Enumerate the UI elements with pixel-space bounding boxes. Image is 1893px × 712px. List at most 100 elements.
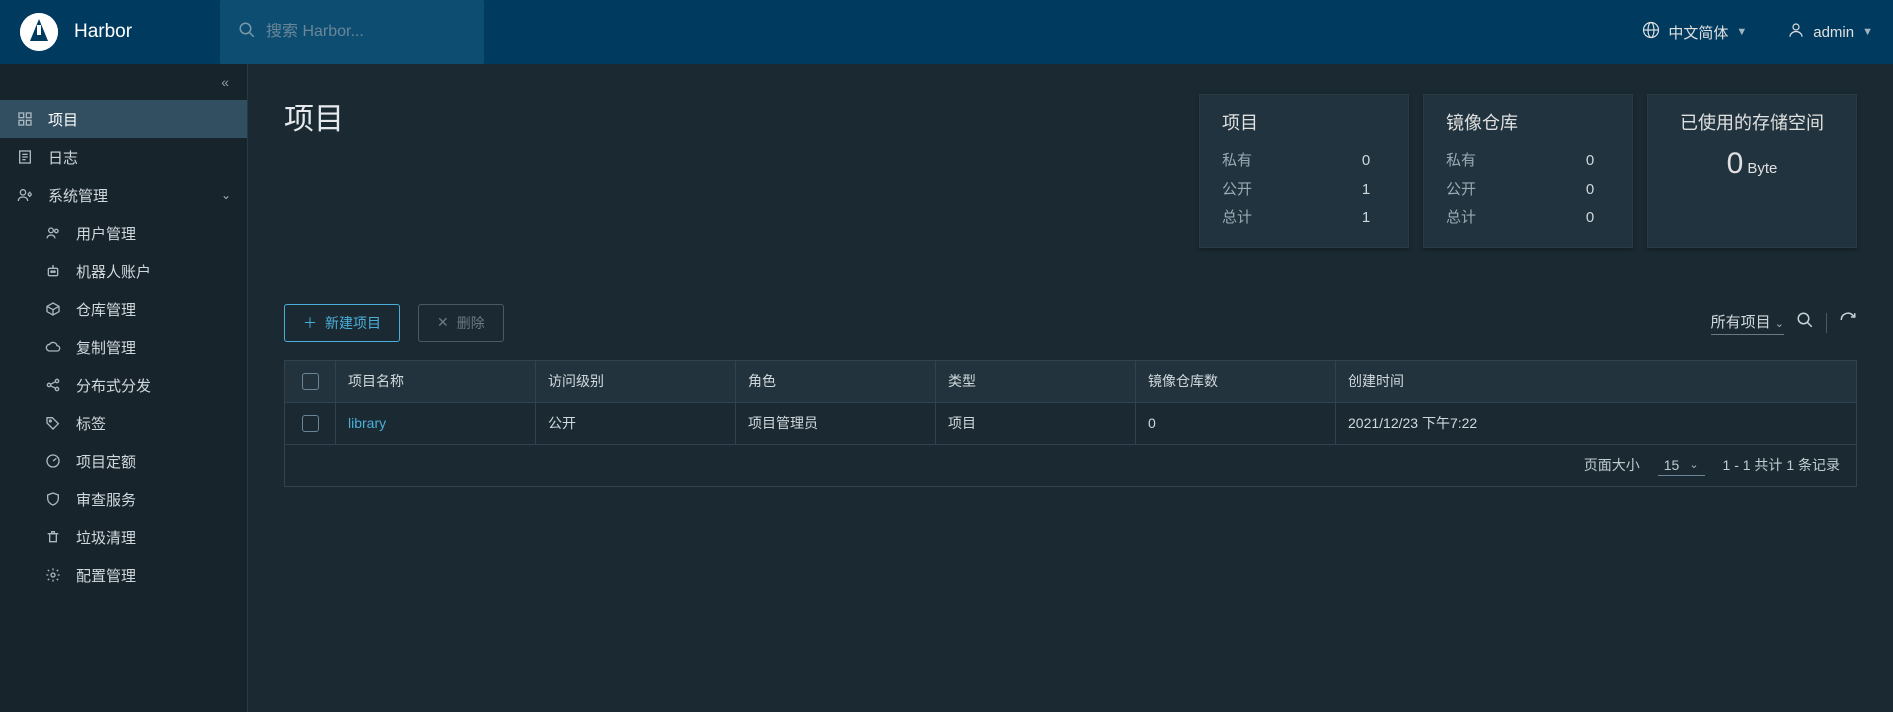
sidebar-item-robot[interactable]: 机器人账户 <box>0 252 247 290</box>
cell-type: 项目 <box>935 403 1135 444</box>
project-name-link[interactable]: library <box>335 403 535 444</box>
table-row: library 公开 项目管理员 项目 0 2021/12/23 下午7:22 <box>285 403 1856 445</box>
search-input[interactable] <box>266 23 466 41</box>
sidebar-item-label: 复制管理 <box>76 337 136 358</box>
stats-panel: 项目 私有0 公开1 总计1 镜像仓库 私有0 公开0 总计0 已使用的存储空间… <box>1199 94 1857 248</box>
robot-icon <box>44 262 62 280</box>
sidebar-item-interrogation[interactable]: 审查服务 <box>0 480 247 518</box>
sidebar: « 项目 日志 系统管理 ⌄ 用户管理 机器人账户 <box>0 64 248 712</box>
page-size-label: 页面大小 <box>1584 455 1640 475</box>
globe-icon <box>1642 21 1660 43</box>
user-name: admin <box>1813 24 1854 41</box>
cell-role: 项目管理员 <box>735 403 935 444</box>
user-icon <box>1787 21 1805 43</box>
sidebar-item-administration[interactable]: 系统管理 ⌄ <box>0 176 247 214</box>
gear-icon <box>44 566 62 584</box>
stat-title: 已使用的存储空间 <box>1670 109 1834 135</box>
row-checkbox[interactable] <box>302 415 319 432</box>
cell-repo-count: 0 <box>1135 403 1335 444</box>
harbor-logo-icon <box>20 13 58 51</box>
action-bar: ＋ 新建项目 ✕ 删除 所有项目 ⌄ <box>284 304 1857 342</box>
select-all-checkbox[interactable] <box>302 373 319 390</box>
filter-dropdown[interactable]: 所有项目 ⌄ <box>1711 311 1784 335</box>
trash-icon <box>44 528 62 546</box>
logo-section: Harbor <box>20 13 220 51</box>
sidebar-item-label: 系统管理 <box>48 185 108 206</box>
table-header: 项目名称 访问级别 角色 类型 镜像仓库数 创建时间 <box>285 361 1856 403</box>
col-type[interactable]: 类型 <box>935 361 1135 402</box>
page-title: 项目 <box>284 94 344 138</box>
close-icon: ✕ <box>437 314 449 331</box>
stat-card-repos: 镜像仓库 私有0 公开0 总计0 <box>1423 94 1633 248</box>
sidebar-item-label: 配置管理 <box>76 565 136 586</box>
storage-unit: Byte <box>1747 160 1777 177</box>
language-switcher[interactable]: 中文简体 ▼ <box>1642 21 1747 43</box>
sidebar-item-label: 机器人账户 <box>76 261 151 282</box>
sidebar-item-user-mgmt[interactable]: 用户管理 <box>0 214 247 252</box>
new-project-button[interactable]: ＋ 新建项目 <box>284 304 400 342</box>
cloud-icon <box>44 338 62 356</box>
chevron-down-icon: ⌄ <box>1689 458 1698 471</box>
sidebar-item-label: 用户管理 <box>76 223 136 244</box>
sidebar-item-labels[interactable]: 标签 <box>0 404 247 442</box>
projects-icon <box>16 110 34 128</box>
user-menu[interactable]: admin ▼ <box>1787 21 1873 43</box>
shield-icon <box>44 490 62 508</box>
chevron-down-icon: ⌄ <box>221 188 231 202</box>
admin-icon <box>16 186 34 204</box>
cell-access: 公开 <box>535 403 735 444</box>
button-label: 删除 <box>457 313 485 333</box>
chevron-down-icon: ⌄ <box>1775 318 1784 330</box>
sidebar-item-logs[interactable]: 日志 <box>0 138 247 176</box>
sidebar-item-registries[interactable]: 仓库管理 <box>0 290 247 328</box>
main-content: 项目 项目 私有0 公开1 总计1 镜像仓库 私有0 公开0 总计0 已使用的存… <box>248 64 1893 712</box>
sidebar-item-label: 分布式分发 <box>76 375 151 396</box>
search-section[interactable] <box>220 0 484 64</box>
stat-card-storage: 已使用的存储空间 0Byte <box>1647 94 1857 248</box>
col-name[interactable]: 项目名称 <box>335 361 535 402</box>
col-repo-count[interactable]: 镜像仓库数 <box>1135 361 1335 402</box>
sidebar-item-distribution[interactable]: 分布式分发 <box>0 366 247 404</box>
double-chevron-left-icon: « <box>221 74 229 90</box>
button-label: 新建项目 <box>325 313 381 333</box>
stat-title: 项目 <box>1222 109 1386 135</box>
gauge-icon <box>44 452 62 470</box>
sidebar-item-label: 日志 <box>48 147 78 168</box>
stat-card-projects: 项目 私有0 公开1 总计1 <box>1199 94 1409 248</box>
top-bar: Harbor 中文简体 ▼ admin ▼ <box>0 0 1893 64</box>
cell-created: 2021/12/23 下午7:22 <box>1335 403 1856 444</box>
app-name: Harbor <box>74 21 132 43</box>
storage-value: 0 <box>1727 147 1744 180</box>
col-created[interactable]: 创建时间 <box>1335 361 1856 402</box>
chevron-down-icon: ▼ <box>1862 26 1873 38</box>
divider <box>1826 313 1827 333</box>
cube-icon <box>44 300 62 318</box>
sidebar-item-replication[interactable]: 复制管理 <box>0 328 247 366</box>
sidebar-item-label: 标签 <box>76 413 106 434</box>
page-size-select[interactable]: 15 ⌄ <box>1658 455 1705 476</box>
sidebar-item-label: 仓库管理 <box>76 299 136 320</box>
sidebar-item-gc[interactable]: 垃圾清理 <box>0 518 247 556</box>
sidebar-item-label: 项目定额 <box>76 451 136 472</box>
projects-table: 项目名称 访问级别 角色 类型 镜像仓库数 创建时间 library 公开 项目… <box>284 360 1857 487</box>
sidebar-collapse-button[interactable]: « <box>0 64 247 100</box>
stat-title: 镜像仓库 <box>1446 109 1610 135</box>
sidebar-item-label: 审查服务 <box>76 489 136 510</box>
table-footer: 页面大小 15 ⌄ 1 - 1 共计 1 条记录 <box>285 445 1856 486</box>
col-role[interactable]: 角色 <box>735 361 935 402</box>
chevron-down-icon: ▼ <box>1736 26 1747 38</box>
logs-icon <box>16 148 34 166</box>
delete-button[interactable]: ✕ 删除 <box>418 304 504 342</box>
col-access[interactable]: 访问级别 <box>535 361 735 402</box>
sidebar-item-label: 垃圾清理 <box>76 527 136 548</box>
sidebar-item-config[interactable]: 配置管理 <box>0 556 247 594</box>
search-icon-button[interactable] <box>1796 311 1814 334</box>
pagination-range: 1 - 1 共计 1 条记录 <box>1723 455 1840 475</box>
sidebar-item-label: 项目 <box>48 109 78 130</box>
sidebar-item-projects[interactable]: 项目 <box>0 100 247 138</box>
users-icon <box>44 224 62 242</box>
share-icon <box>44 376 62 394</box>
language-label: 中文简体 <box>1668 22 1728 43</box>
sidebar-item-quotas[interactable]: 项目定额 <box>0 442 247 480</box>
refresh-button[interactable] <box>1839 311 1857 334</box>
